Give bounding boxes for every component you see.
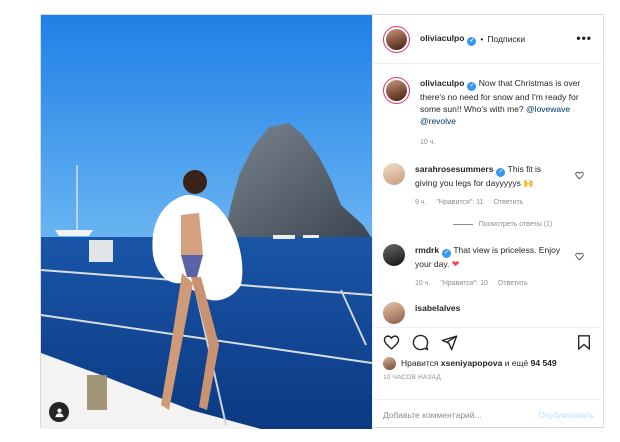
- verified-icon: ✓: [467, 82, 477, 91]
- liker-avatar[interactable]: [383, 356, 396, 370]
- comment-time[interactable]: 10 ч.: [415, 278, 430, 290]
- author-avatar[interactable]: [383, 25, 410, 53]
- reply-button[interactable]: Ответить: [498, 278, 528, 290]
- caption-avatar[interactable]: [383, 77, 410, 104]
- tag-user-button[interactable]: [49, 402, 69, 422]
- separator-dot: •: [480, 34, 484, 44]
- heart-emoji-icon: ❤: [451, 259, 460, 269]
- comment-item: rmdrk ✓ That view is priceless. Enjoy you…: [373, 244, 604, 290]
- post-actions: Нравится xseniyapopova и ещё 94 549 10 Ч…: [373, 327, 604, 429]
- mention-link[interactable]: @lovewave: [526, 104, 570, 114]
- comment-input[interactable]: [383, 409, 539, 420]
- emoji: 🙌: [523, 178, 534, 188]
- likes-summary: Нравится xseniyapopova и ещё 94 549: [373, 356, 604, 370]
- heart-small-icon[interactable]: [575, 252, 584, 261]
- comment-likes[interactable]: "Нравится": 11: [436, 197, 483, 209]
- post-timestamp[interactable]: 10 ЧАСОВ НАЗАД: [373, 370, 604, 381]
- reply-button[interactable]: Ответить: [493, 197, 523, 209]
- caption-time[interactable]: 10 ч.: [420, 137, 435, 149]
- comments-list[interactable]: oliviaculpo ✓ Now that Christmas is over …: [373, 65, 604, 327]
- liked-by-prefix: Нравится: [401, 358, 439, 368]
- commenter-avatar[interactable]: [383, 302, 405, 324]
- share-icon[interactable]: [441, 334, 458, 351]
- comment-item: isabelalves: [373, 302, 604, 324]
- tag-user-icon: [54, 408, 64, 417]
- liked-by-suffix: и ещё: [504, 358, 529, 368]
- author-username[interactable]: oliviaculpo ✓: [420, 33, 477, 46]
- mention-link[interactable]: @revolve: [420, 116, 456, 126]
- likes-count[interactable]: 94 549: [531, 358, 557, 368]
- comment-time[interactable]: 9 ч.: [415, 197, 426, 209]
- commenter-avatar[interactable]: [383, 244, 405, 266]
- post-sidebar: oliviaculpo ✓ • Подписки ••• oliviaculpo ✓…: [372, 15, 604, 429]
- verified-icon: ✓: [467, 36, 477, 46]
- caption-body: oliviaculpo ✓ Now that Christmas is over …: [420, 77, 594, 149]
- comment-icon[interactable]: [412, 334, 429, 351]
- post-photo[interactable]: [41, 15, 372, 429]
- commenter-avatar[interactable]: [383, 163, 405, 185]
- publish-button[interactable]: Опубликовать: [538, 410, 594, 420]
- comment-body: isabelalves: [415, 302, 565, 324]
- liked-by-user[interactable]: xseniyapopova: [441, 358, 502, 368]
- commenter-username[interactable]: rmdrk: [415, 245, 439, 255]
- following-button[interactable]: Подписки: [487, 34, 525, 44]
- comment-body: sarahrosesummers ✓ This fit is giving you…: [415, 163, 565, 209]
- heart-icon[interactable]: [383, 334, 400, 351]
- action-icons: [373, 328, 604, 356]
- verified-icon: ✓: [496, 168, 506, 177]
- view-replies-label: Посмотреть ответы (1): [478, 221, 553, 228]
- view-replies-button[interactable]: Посмотреть ответы (1): [401, 221, 604, 228]
- commenter-username[interactable]: isabelalves: [415, 303, 460, 313]
- post-card: oliviaculpo ✓ • Подписки ••• oliviaculpo ✓…: [40, 14, 604, 429]
- replies-divider: [452, 224, 473, 225]
- post-header: oliviaculpo ✓ • Подписки •••: [373, 15, 604, 64]
- comment-item: sarahrosesummers ✓ This fit is giving you…: [373, 163, 604, 209]
- commenter-username[interactable]: sarahrosesummers: [415, 164, 493, 174]
- heart-small-icon[interactable]: [575, 171, 584, 180]
- add-comment-bar: Опубликовать: [373, 399, 604, 429]
- comment-likes[interactable]: "Нравится": 10: [440, 278, 488, 290]
- more-icon[interactable]: •••: [576, 31, 592, 45]
- bookmark-icon[interactable]: [576, 334, 592, 351]
- verified-icon: ✓: [442, 249, 452, 258]
- caption-username[interactable]: oliviaculpo: [420, 78, 464, 88]
- comment-body: rmdrk ✓ That view is priceless. Enjoy you…: [415, 244, 565, 290]
- caption: oliviaculpo ✓ Now that Christmas is over …: [373, 77, 604, 149]
